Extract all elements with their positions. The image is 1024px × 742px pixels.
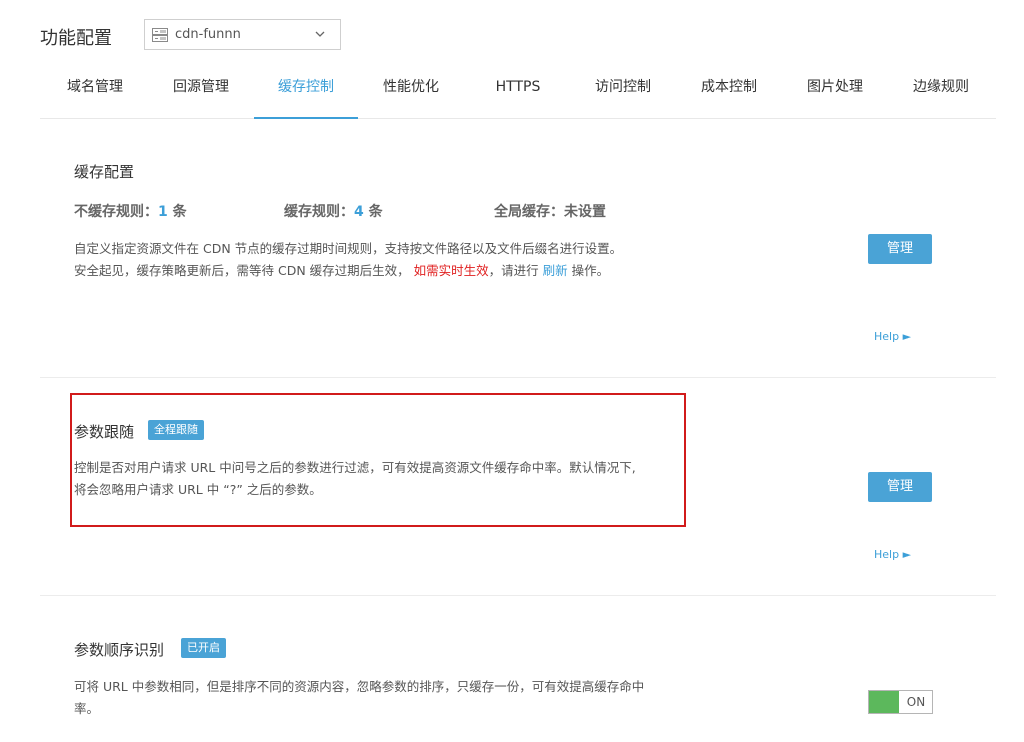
cache-rules-stat: 缓存规则：4 条 [284,201,383,221]
global-cache-value: 未设置 [564,204,606,220]
section-divider [40,377,996,378]
param-follow-title: 参数跟随 [74,423,135,441]
cache-rules-count: 4 [354,204,364,220]
param-follow-desc-line1: 控制是否对用户请求 URL 中问号之后的参数进行过滤，可有效提高资源文件缓存命中… [74,460,636,475]
cache-config-manage-button[interactable]: 管理 [868,234,932,264]
global-cache-stat: 全局缓存：未设置 [494,201,606,221]
tab-edge-rules[interactable]: 边缘规则 [904,68,978,119]
no-cache-rules-stat: 不缓存规则：1 条 [74,201,187,221]
param-follow-manage-button[interactable]: 管理 [868,472,932,502]
realtime-note: 如需实时生效 [413,263,489,278]
param-order-toggle[interactable]: ON [868,690,933,714]
no-cache-rules-count: 1 [158,204,168,220]
domain-select-value: cdn-funnn [175,27,241,42]
param-follow-desc-line2: 将会忽略用户请求 URL 中 “?” 之后的参数。 [74,482,322,497]
param-order-desc-line1: 可将 URL 中参数相同，但是排序不同的资源内容，忽略参数的排序，只缓存一份，可… [74,679,645,694]
tab-domain-management[interactable]: 域名管理 [58,68,132,119]
desc-text: 安全起见，缓存策略更新后，需等待 CDN 缓存过期后生效， [74,263,410,278]
tab-cost-control[interactable]: 成本控制 [692,68,766,119]
param-order-title: 参数顺序识别 [74,641,165,659]
toggle-knob [869,691,899,713]
param-follow-description: 控制是否对用户请求 URL 中问号之后的参数进行过滤，可有效提高资源文件缓存命中… [74,457,636,501]
tab-performance[interactable]: 性能优化 [374,68,448,119]
chevron-down-icon [315,31,325,37]
tab-cache-control[interactable]: 缓存控制 [254,68,358,119]
tab-image-processing[interactable]: 图片处理 [798,68,872,119]
domain-select[interactable]: cdn-funnn [144,19,341,50]
tab-https[interactable]: HTTPS [484,68,552,119]
cache-config-desc-line2: 安全起见，缓存策略更新后，需等待 CDN 缓存过期后生效， 如需实时生效，请进行… [74,260,622,282]
refresh-link[interactable]: 刷新 [543,263,568,278]
tab-origin-management[interactable]: 回源管理 [164,68,238,119]
param-order-description: 可将 URL 中参数相同，但是排序不同的资源内容，忽略参数的排序，只缓存一份，可… [74,676,644,720]
tab-bar: 域名管理 回源管理 缓存控制 性能优化 HTTPS 访问控制 成本控制 图片处理… [40,68,996,119]
global-cache-label: 全局缓存： [494,204,564,220]
param-order-status-badge: 已开启 [181,638,226,658]
param-order-desc-line2: 率。 [74,701,100,716]
page-title: 功能配置 [40,28,112,49]
desc-text: ，请进行 [488,263,539,278]
cache-config-description: 自定义指定资源文件在 CDN 节点的缓存过期时间规则，支持按文件路径以及文件后缀… [74,238,622,282]
cache-rules-label: 缓存规则： [284,204,354,220]
cache-config-help-link[interactable]: Help ► [874,330,911,343]
tab-access-control[interactable]: 访问控制 [586,68,660,119]
server-icon [152,27,168,42]
cache-rules-unit: 条 [368,204,383,220]
param-follow-help-link[interactable]: Help ► [874,548,911,561]
toggle-label: ON [906,695,926,709]
desc-text: 操作。 [571,263,610,278]
cache-config-desc-line1: 自定义指定资源文件在 CDN 节点的缓存过期时间规则，支持按文件路径以及文件后缀… [74,241,623,256]
param-follow-status-badge: 全程跟随 [148,420,204,440]
section-divider [40,595,996,596]
no-cache-rules-unit: 条 [172,204,187,220]
cache-config-title: 缓存配置 [74,163,135,181]
no-cache-rules-label: 不缓存规则： [74,204,158,220]
